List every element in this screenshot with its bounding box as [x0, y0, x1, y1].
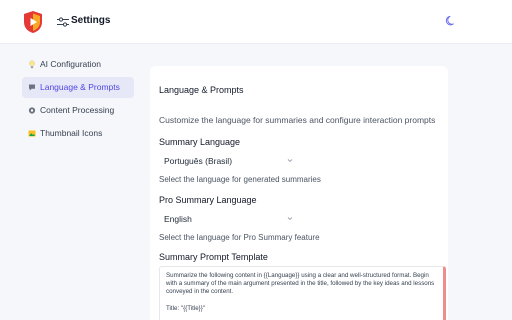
- app-header: Settings: [0, 0, 512, 44]
- chevron-down-icon: [287, 217, 293, 221]
- sidebar-item-language-prompts[interactable]: Language & Prompts: [22, 77, 134, 98]
- section-title: Language & Prompts: [159, 85, 244, 95]
- settings-panel: Language & Prompts Customize the languag…: [150, 66, 448, 320]
- summary-language-value: Português (Brasil): [164, 156, 233, 166]
- shield-play-logo: [24, 11, 42, 33]
- sidebar: AI Configuration Language & Prompts Cont…: [22, 54, 134, 146]
- sidebar-item-label: Content Processing: [40, 105, 115, 115]
- sidebar-item-content-processing[interactable]: Content Processing: [22, 100, 134, 121]
- pro-summary-language-value: English: [164, 214, 192, 224]
- section-description: Customize the language for summaries and…: [159, 115, 436, 125]
- lightbulb-icon: [28, 60, 36, 69]
- sidebar-item-label: AI Configuration: [40, 59, 101, 69]
- sidebar-item-ai-configuration[interactable]: AI Configuration: [22, 54, 134, 75]
- pro-summary-language-select[interactable]: English: [159, 211, 297, 227]
- moon-icon[interactable]: [445, 15, 457, 27]
- sidebar-item-label: Language & Prompts: [40, 82, 120, 92]
- sidebar-item-thumbnail-icons[interactable]: Thumbnail Icons: [22, 123, 134, 144]
- summary-prompt-textarea[interactable]: Summarize the following content in {{Lan…: [159, 266, 446, 320]
- summary-language-select[interactable]: Português (Brasil): [159, 153, 297, 169]
- chevron-down-icon: [287, 159, 293, 163]
- sliders-icon: [57, 17, 69, 27]
- gear-icon: [28, 107, 36, 114]
- image-icon: [28, 130, 36, 137]
- chat-bubble-icon: [29, 84, 35, 91]
- page-title: Settings: [71, 15, 111, 26]
- pro-summary-language-help: Select the language for Pro Summary feat…: [159, 233, 320, 242]
- pro-summary-language-label: Pro Summary Language: [159, 195, 257, 205]
- sidebar-item-label: Thumbnail Icons: [40, 128, 103, 138]
- summary-language-label: Summary Language: [159, 137, 241, 147]
- summary-prompt-label: Summary Prompt Template: [159, 252, 268, 262]
- summary-language-help: Select the language for generated summar…: [159, 175, 321, 184]
